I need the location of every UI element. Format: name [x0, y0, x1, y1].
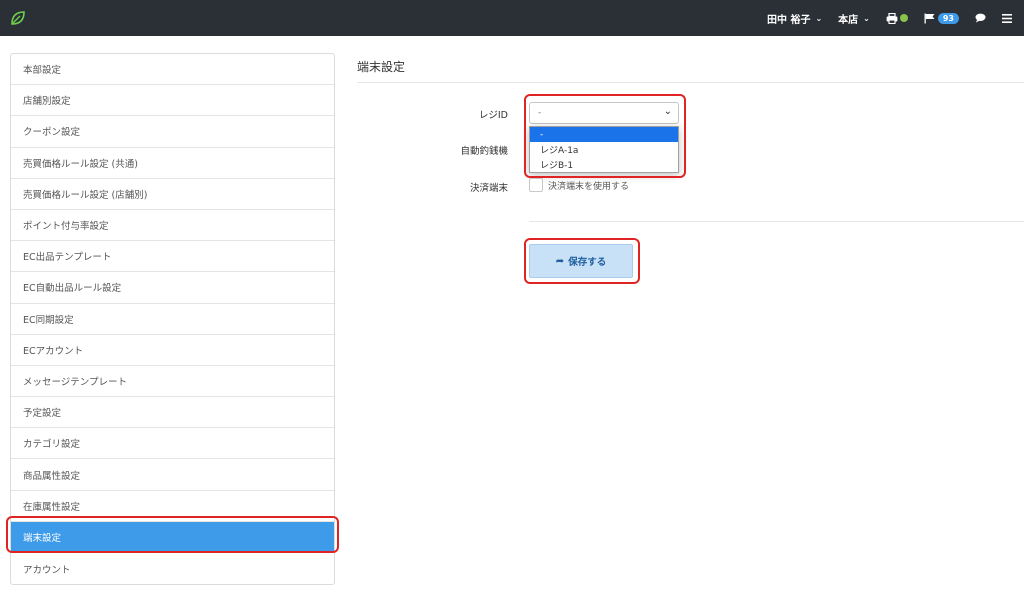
sidebar-item-product-attribute-settings[interactable]: 商品属性設定	[11, 459, 334, 491]
sidebar-item-store-settings[interactable]: 店舗別設定	[11, 85, 334, 117]
chevron-down-icon: ⌄	[815, 13, 823, 23]
chevron-down-icon: ⌄	[863, 13, 870, 23]
flag-icon	[924, 13, 935, 23]
notifications[interactable]: 93	[924, 12, 959, 24]
save-button[interactable]: ➦ 保存する	[529, 244, 633, 278]
register-option-none[interactable]: -	[530, 127, 678, 142]
sidebar-item-schedule-settings[interactable]: 予定設定	[11, 397, 334, 429]
chat-icon	[975, 13, 986, 23]
share-arrow-icon: ➦	[555, 255, 565, 267]
sidebar-item-ec-account[interactable]: ECアカウント	[11, 335, 334, 366]
sidebar-item-terminal-settings[interactable]: 端末設定	[11, 521, 334, 553]
store-menu[interactable]: 本店 ⌄	[838, 11, 870, 26]
register-id-label: レジID	[478, 110, 508, 121]
payment-terminal-checkbox-label[interactable]: 決済端末を使用する	[548, 179, 629, 192]
sidebar-item-point-rate-settings[interactable]: ポイント付与率設定	[11, 210, 334, 242]
form-divider	[529, 221, 1024, 222]
sidebar-item-price-rule-common[interactable]: 売買価格ルール設定 (共通)	[11, 148, 334, 179]
payment-terminal-checkbox[interactable]	[529, 178, 543, 192]
chat-button[interactable]	[975, 13, 986, 23]
page-title: 端末設定	[357, 60, 406, 74]
store-name: 本店	[838, 14, 859, 26]
register-option-a-1a[interactable]: レジA-1a	[530, 142, 678, 157]
hamburger-menu-icon	[1002, 13, 1012, 23]
register-id-dropdown: - レジA-1a レジB-1	[529, 126, 679, 173]
sidebar-item-account[interactable]: アカウント	[11, 553, 334, 584]
printer-icon	[886, 12, 898, 24]
printer-status-dot	[899, 14, 908, 22]
navbar-right: 田中 裕子 ⌄ 本店 ⌄ 93	[767, 0, 1024, 36]
sidebar-item-stock-attribute-settings[interactable]: 在庫属性設定	[11, 491, 334, 522]
sidebar-item-category-settings[interactable]: カテゴリ設定	[11, 428, 334, 460]
printer-status[interactable]	[886, 12, 908, 24]
change-machine-label: 自動釣銭機	[460, 146, 508, 157]
payment-terminal-label: 決済端末	[469, 183, 508, 194]
sidebar-item-message-template[interactable]: メッセージテンプレート	[11, 366, 334, 398]
title-divider	[357, 82, 1024, 83]
sidebar-item-ec-sync-settings[interactable]: EC同期設定	[11, 304, 334, 335]
user-name: 田中 裕子	[766, 14, 811, 26]
register-id-select[interactable]: - ⌄	[529, 102, 679, 124]
register-id-selected-value: -	[538, 108, 542, 118]
sidebar-item-ec-auto-listing-rule[interactable]: EC自動出品ルール設定	[11, 272, 334, 304]
leaf-logo-icon[interactable]	[10, 10, 26, 26]
top-navbar: 田中 裕子 ⌄ 本店 ⌄ 93	[0, 0, 1024, 36]
sidebar-item-coupon-settings[interactable]: クーポン設定	[11, 116, 334, 148]
sidebar-item-ec-listing-template[interactable]: EC出品テンプレート	[11, 241, 334, 273]
menu-button[interactable]	[1002, 13, 1012, 23]
save-button-label: 保存する	[568, 257, 607, 268]
chevron-down-icon: ⌄	[663, 106, 672, 117]
sidebar-item-price-rule-store[interactable]: 売買価格ルール設定 (店舗別)	[11, 179, 334, 210]
sidebar-item-headquarters-settings[interactable]: 本部設定	[11, 54, 334, 86]
user-menu[interactable]: 田中 裕子 ⌄	[767, 11, 822, 26]
settings-sidebar: 本部設定 店舗別設定 クーポン設定 売買価格ルール設定 (共通) 売買価格ルール…	[10, 53, 335, 586]
register-option-b-1[interactable]: レジB-1	[530, 157, 678, 172]
notification-count-badge: 93	[937, 12, 959, 24]
